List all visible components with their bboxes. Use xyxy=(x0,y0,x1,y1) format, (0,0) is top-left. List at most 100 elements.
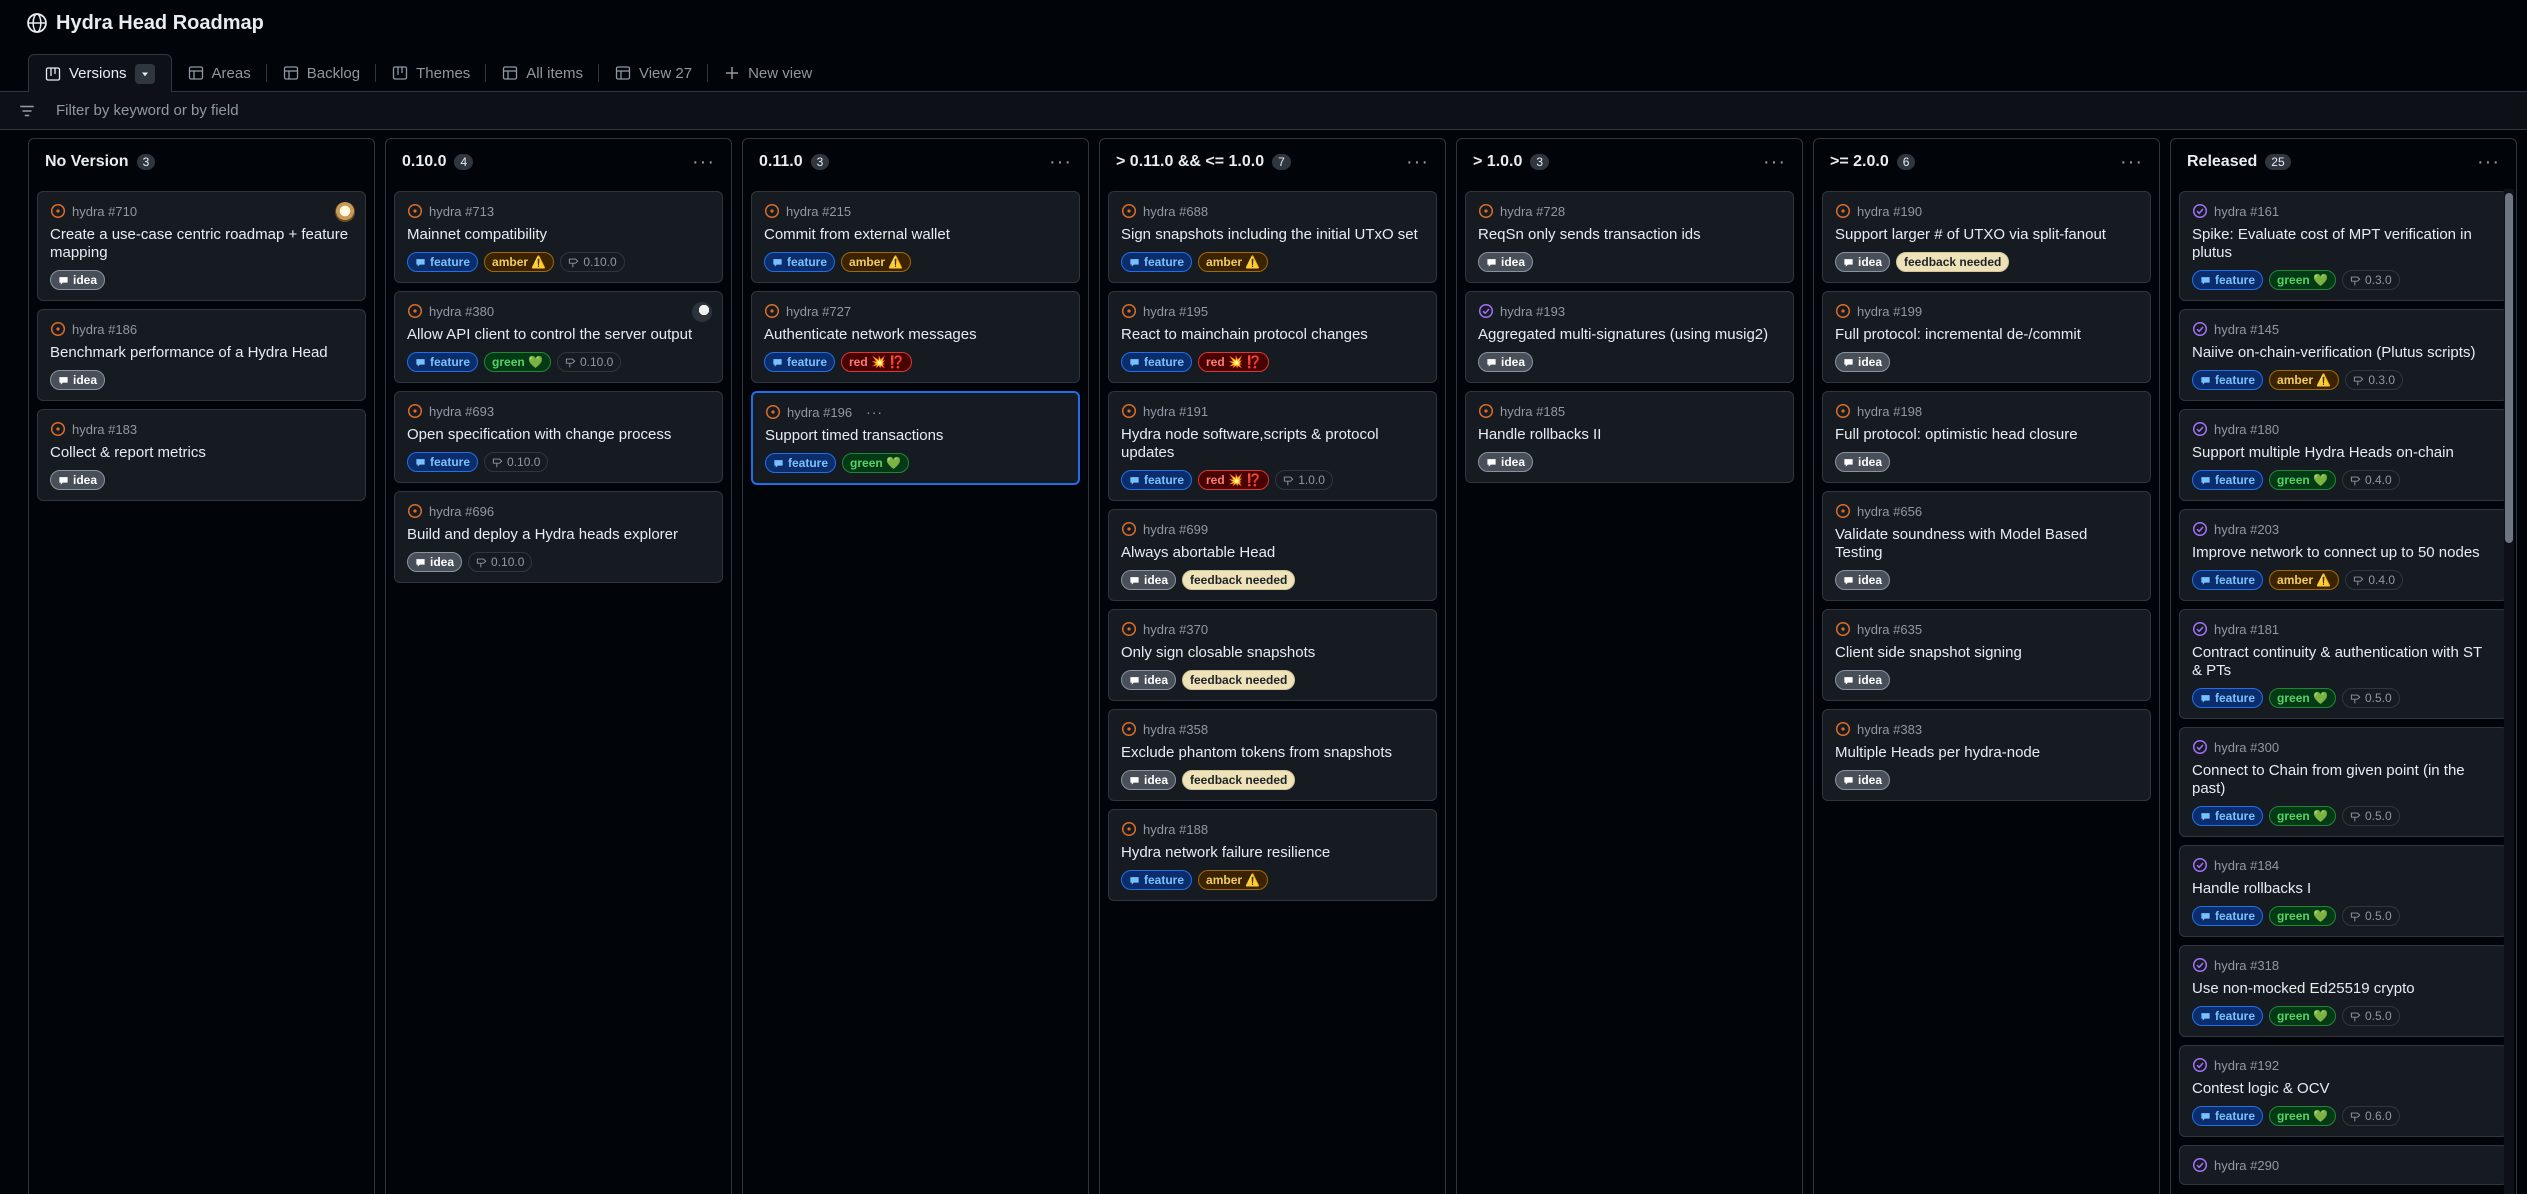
issue-card[interactable]: hydra #161 Spike: Evaluate cost of MPT ve… xyxy=(2179,191,2508,301)
issue-reference[interactable]: hydra #180 xyxy=(2214,422,2279,437)
issue-card[interactable]: hydra #193 Aggregated multi-signatures (u… xyxy=(1465,291,1794,383)
column-title[interactable]: No Version xyxy=(45,153,129,171)
label-idea[interactable]: idea xyxy=(1478,352,1534,372)
issue-reference[interactable]: hydra #383 xyxy=(1857,722,1922,737)
issue-title[interactable]: Benchmark performance of a Hydra Head xyxy=(50,344,353,362)
column-title[interactable]: > 0.11.0 && <= 1.0.0 xyxy=(1116,153,1264,171)
issue-card[interactable]: hydra #215 Commit from external wallet fea… xyxy=(751,191,1080,283)
tab-new-view[interactable]: New view xyxy=(708,54,828,92)
issue-title[interactable]: Commit from external wallet xyxy=(764,226,1067,244)
issue-reference[interactable]: hydra #192 xyxy=(2214,1058,2279,1073)
issue-title[interactable]: Improve network to connect up to 50 node… xyxy=(2192,544,2495,562)
issue-title[interactable]: React to mainchain protocol changes xyxy=(1121,326,1424,344)
tab-areas[interactable]: Areas xyxy=(172,54,267,92)
label-green[interactable]: green 💚 xyxy=(2269,470,2336,490)
column-menu-kebab-icon[interactable]: ··· xyxy=(692,152,715,172)
column-title[interactable]: 0.10.0 xyxy=(402,153,446,171)
label-feedback[interactable]: feedback needed xyxy=(1182,670,1296,690)
issue-card[interactable]: hydra #184 Handle rollbacks I feature green… xyxy=(2179,845,2508,937)
issue-reference[interactable]: hydra #290 xyxy=(2214,1158,2279,1173)
milestone-badge[interactable]: 0.5.0 xyxy=(2341,906,2400,926)
card-more-icon[interactable]: ··· xyxy=(866,404,883,420)
issue-card[interactable]: hydra #186 Benchmark performance of a Hyd… xyxy=(37,309,366,401)
issue-card[interactable]: hydra #358 Exclude phantom tokens from sn… xyxy=(1108,709,1437,801)
label-green[interactable]: green 💚 xyxy=(2269,906,2336,926)
tab-backlog[interactable]: Backlog xyxy=(267,54,377,92)
label-red[interactable]: red 💥 ⁉️ xyxy=(1198,352,1270,372)
issue-title[interactable]: Hydra node software,scripts & protocol u… xyxy=(1121,426,1424,462)
label-idea[interactable]: idea xyxy=(1835,670,1891,690)
label-feature[interactable]: feature xyxy=(764,252,836,272)
milestone-badge[interactable]: 0.10.0 xyxy=(560,252,625,272)
label-feedback[interactable]: feedback needed xyxy=(1896,252,2010,272)
issue-card[interactable]: hydra #290 xyxy=(2179,1145,2508,1185)
label-idea[interactable]: idea xyxy=(1478,252,1534,272)
milestone-badge[interactable]: 0.3.0 xyxy=(2345,370,2404,390)
issue-title[interactable]: Client side snapshot signing xyxy=(1835,644,2138,662)
label-idea[interactable]: idea xyxy=(1121,570,1177,590)
label-idea[interactable]: idea xyxy=(1835,352,1891,372)
issue-title[interactable]: Support larger # of UTXO via split-fanou… xyxy=(1835,226,2138,244)
column-title[interactable]: 0.11.0 xyxy=(759,153,803,171)
issue-reference[interactable]: hydra #688 xyxy=(1143,204,1208,219)
issue-reference[interactable]: hydra #193 xyxy=(1500,304,1565,319)
label-feature[interactable]: feature xyxy=(1121,870,1193,890)
issue-reference[interactable]: hydra #181 xyxy=(2214,622,2279,637)
issue-reference[interactable]: hydra #370 xyxy=(1143,622,1208,637)
label-green[interactable]: green 💚 xyxy=(842,453,909,473)
issue-reference[interactable]: hydra #186 xyxy=(72,322,137,337)
issue-title[interactable]: Exclude phantom tokens from snapshots xyxy=(1121,744,1424,762)
label-feature[interactable]: feature xyxy=(407,352,479,372)
issue-reference[interactable]: hydra #300 xyxy=(2214,740,2279,755)
issue-reference[interactable]: hydra #185 xyxy=(1500,404,1565,419)
label-feedback[interactable]: feedback needed xyxy=(1182,570,1296,590)
label-amber[interactable]: amber ⚠️ xyxy=(484,252,555,272)
issue-card[interactable]: hydra #192 Contest logic & OCV feature gree… xyxy=(2179,1045,2508,1137)
issue-card[interactable]: hydra #318 Use non-mocked Ed25519 crypto f… xyxy=(2179,945,2508,1037)
filter-icon[interactable] xyxy=(18,102,36,120)
milestone-badge[interactable]: 0.10.0 xyxy=(484,452,549,472)
issue-reference[interactable]: hydra #190 xyxy=(1857,204,1922,219)
issue-card[interactable]: hydra #656 Validate soundness with Model … xyxy=(1822,491,2151,601)
label-feedback[interactable]: feedback needed xyxy=(1182,770,1296,790)
issue-card[interactable]: hydra #300 Connect to Chain from given po… xyxy=(2179,727,2508,837)
label-feature[interactable]: feature xyxy=(2192,570,2264,590)
label-green[interactable]: green 💚 xyxy=(2269,688,2336,708)
issue-reference[interactable]: hydra #198 xyxy=(1857,404,1922,419)
issue-title[interactable]: Handle rollbacks I xyxy=(2192,880,2495,898)
issue-card[interactable]: hydra #370 Only sign closable snapshots id… xyxy=(1108,609,1437,701)
issue-reference[interactable]: hydra #196 xyxy=(787,405,852,420)
label-feature[interactable]: feature xyxy=(407,252,479,272)
column-title[interactable]: >= 2.0.0 xyxy=(1830,153,1889,171)
issue-card[interactable]: hydra #190 Support larger # of UTXO via s… xyxy=(1822,191,2151,283)
avatar[interactable] xyxy=(692,302,712,322)
issue-card[interactable]: hydra #183 Collect & report metrics idea xyxy=(37,409,366,501)
issue-reference[interactable]: hydra #183 xyxy=(72,422,137,437)
issue-card[interactable]: hydra #727 Authenticate network messages f… xyxy=(751,291,1080,383)
issue-title[interactable]: Build and deploy a Hydra heads explorer xyxy=(407,526,710,544)
column-menu-kebab-icon[interactable]: ··· xyxy=(1406,152,1429,172)
label-feature[interactable]: feature xyxy=(2192,1006,2264,1026)
label-idea[interactable]: idea xyxy=(50,370,106,390)
label-green[interactable]: green 💚 xyxy=(2269,270,2336,290)
issue-reference[interactable]: hydra #710 xyxy=(72,204,137,219)
issue-reference[interactable]: hydra #728 xyxy=(1500,204,1565,219)
issue-card[interactable]: hydra #380 Allow API client to control th… xyxy=(394,291,723,383)
milestone-badge[interactable]: 0.10.0 xyxy=(468,552,533,572)
issue-title[interactable]: Multiple Heads per hydra-node xyxy=(1835,744,2138,762)
issue-title[interactable]: Handle rollbacks II xyxy=(1478,426,1781,444)
label-feature[interactable]: feature xyxy=(764,352,836,372)
issue-card[interactable]: hydra #696 Build and deploy a Hydra heads… xyxy=(394,491,723,583)
issue-reference[interactable]: hydra #191 xyxy=(1143,404,1208,419)
issue-title[interactable]: Full protocol: incremental de-/commit xyxy=(1835,326,2138,344)
milestone-badge[interactable]: 0.5.0 xyxy=(2341,806,2400,826)
filter-input[interactable] xyxy=(56,102,656,119)
label-green[interactable]: green 💚 xyxy=(2269,1006,2336,1026)
milestone-badge[interactable]: 0.10.0 xyxy=(556,352,622,372)
issue-title[interactable]: Aggregated multi-signatures (using musig… xyxy=(1478,326,1781,344)
label-feature[interactable]: feature xyxy=(2192,470,2264,490)
issue-card[interactable]: hydra #195 React to mainchain protocol ch… xyxy=(1108,291,1437,383)
issue-card[interactable]: hydra #713 Mainnet compatibility feature am… xyxy=(394,191,723,283)
issue-title[interactable]: Collect & report metrics xyxy=(50,444,353,462)
label-feature[interactable]: feature xyxy=(1121,352,1193,372)
